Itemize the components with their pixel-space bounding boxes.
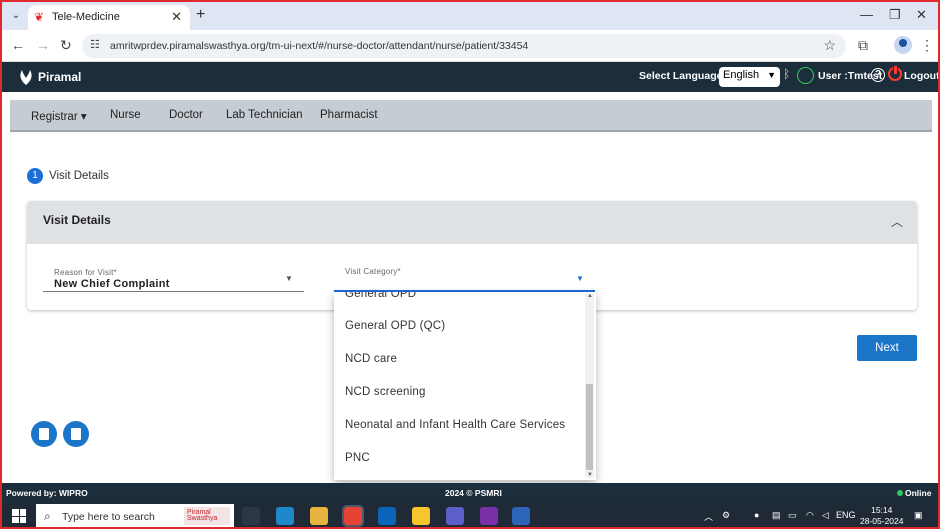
app-header: Piramal Select Language: English ▼ ᛒ Use… bbox=[2, 62, 938, 92]
logout-link[interactable]: Logout bbox=[904, 70, 938, 82]
bookmark-star-icon[interactable]: ☆ bbox=[823, 37, 836, 54]
clock-date: 28-05-2024 bbox=[860, 516, 904, 526]
taskbar-search-placeholder: Type here to search bbox=[62, 511, 155, 523]
select-language-label: Select Language: bbox=[639, 70, 726, 82]
profile-avatar[interactable] bbox=[894, 36, 912, 54]
step-number-badge: 1 bbox=[27, 168, 43, 184]
edge-icon[interactable] bbox=[276, 507, 294, 525]
close-window-icon[interactable]: ✕ bbox=[916, 7, 927, 23]
scroll-up-icon[interactable]: ▲ bbox=[587, 293, 593, 299]
next-button[interactable]: Next bbox=[857, 335, 917, 361]
bluetooth-icon[interactable]: ᛒ bbox=[783, 67, 790, 81]
app-footer: Powered by: WIPRO 2024 © PSMRI Online bbox=[2, 483, 938, 503]
option-ncd-care[interactable]: NCD care bbox=[345, 353, 397, 365]
chevron-down-icon[interactable]: ▼ bbox=[285, 274, 293, 283]
document-icon[interactable] bbox=[63, 421, 89, 447]
online-status: Online bbox=[905, 488, 932, 498]
browser-navbar: ← → ↻ ☷ amritwprdev.piramalswasthya.org/… bbox=[2, 30, 938, 62]
reason-underline bbox=[43, 291, 304, 292]
windows-start-icon[interactable] bbox=[12, 509, 26, 523]
user-icon bbox=[797, 67, 814, 84]
piramal-logo-icon bbox=[20, 70, 32, 85]
piramal-logo: Piramal bbox=[18, 67, 81, 87]
screen-frame: ⌄ ❦ Tele-Medicine ✕ + — ❐ ✕ ← → ↻ ☷ amri… bbox=[0, 0, 940, 529]
volume-icon[interactable]: ◁ bbox=[822, 510, 829, 521]
chevron-down-icon: ▼ bbox=[767, 70, 776, 80]
back-icon[interactable]: ← bbox=[11, 37, 25, 53]
chrome-icon[interactable] bbox=[342, 505, 364, 527]
extensions-icon[interactable]: ⧉ bbox=[858, 37, 868, 54]
language-value: English bbox=[723, 69, 760, 81]
language-select[interactable]: English ▼ bbox=[719, 67, 780, 87]
copyright: 2024 © PSMRI bbox=[445, 488, 502, 498]
microphone-icon[interactable]: ● bbox=[754, 510, 759, 520]
forward-icon[interactable]: → bbox=[36, 37, 50, 53]
word-icon[interactable] bbox=[512, 507, 530, 525]
option-general-opd[interactable]: General OPD bbox=[345, 292, 416, 300]
browser-tab[interactable]: ❦ Tele-Medicine ✕ bbox=[28, 5, 190, 30]
visit-category-label: Visit Category* bbox=[345, 267, 401, 276]
scrollbar-thumb[interactable] bbox=[586, 384, 593, 470]
patient-info-icon[interactable] bbox=[31, 421, 57, 447]
url-text: amritwprdev.piramalswasthya.org/tm-ui-ne… bbox=[110, 40, 529, 52]
reason-for-visit-value[interactable]: New Chief Complaint bbox=[54, 278, 170, 290]
visit-details-header[interactable]: Visit Details ︿ bbox=[27, 201, 917, 244]
notification-icon[interactable]: ▣ bbox=[914, 510, 923, 521]
onenote-icon[interactable] bbox=[480, 507, 498, 525]
clock[interactable]: 15:14 28-05-2024 bbox=[860, 505, 903, 527]
browser-menu-icon[interactable]: ⋮ bbox=[920, 37, 934, 54]
reason-for-visit-label: Reason for Visit* bbox=[54, 268, 117, 277]
powered-by: Powered by: WIPRO bbox=[6, 488, 88, 498]
search-highlight-badge: Piramal Swasthya bbox=[184, 507, 230, 525]
site-info-icon[interactable]: ☷ bbox=[90, 38, 100, 51]
tab-search-icon[interactable]: ⌄ bbox=[8, 8, 24, 24]
piramal-favicon-icon: ❦ bbox=[34, 10, 45, 24]
menu-lab-technician[interactable]: Lab Technician bbox=[226, 109, 303, 121]
chevron-down-icon[interactable]: ▼ bbox=[576, 274, 584, 283]
battery-icon[interactable]: ▭ bbox=[788, 510, 797, 521]
brand-name: Piramal bbox=[38, 70, 82, 84]
new-tab-icon[interactable]: + bbox=[196, 6, 205, 24]
dropdown-scrollbar[interactable] bbox=[585, 294, 594, 478]
menu-doctor[interactable]: Doctor bbox=[169, 109, 203, 121]
wifi-icon[interactable]: ◠ bbox=[806, 510, 814, 521]
menu-registrar-label: Registrar bbox=[31, 111, 78, 123]
windows-taskbar: ⌕ Type here to search Piramal Swasthya ︿… bbox=[2, 503, 938, 527]
reload-icon[interactable]: ↻ bbox=[60, 37, 72, 54]
tray-chevron-icon[interactable]: ︿ bbox=[704, 510, 713, 523]
tray-settings-icon[interactable]: ⚙ bbox=[722, 510, 730, 521]
search-icon: ⌕ bbox=[44, 509, 51, 523]
option-pnc[interactable]: PNC bbox=[345, 452, 370, 464]
sticky-notes-icon[interactable] bbox=[412, 507, 430, 525]
language-indicator[interactable]: ENG bbox=[836, 510, 856, 520]
restore-icon[interactable]: ❐ bbox=[889, 7, 901, 23]
taskbar-search[interactable]: ⌕ Type here to search Piramal Swasthya bbox=[36, 504, 234, 527]
help-icon[interactable]: ? bbox=[871, 68, 885, 82]
teams-icon[interactable] bbox=[446, 507, 464, 525]
option-general-opd-qc[interactable]: General OPD (QC) bbox=[345, 320, 445, 332]
file-explorer-icon[interactable] bbox=[310, 507, 328, 525]
printer-icon[interactable]: ▤ bbox=[772, 510, 781, 521]
menu-pharmacist[interactable]: Pharmacist bbox=[320, 109, 378, 121]
outlook-icon[interactable] bbox=[378, 507, 396, 525]
menu-nurse[interactable]: Nurse bbox=[110, 109, 141, 121]
power-icon[interactable] bbox=[888, 65, 902, 81]
role-menu-bar: Registrar ▾ Nurse Doctor Lab Technician … bbox=[10, 100, 932, 132]
clock-time: 15:14 bbox=[871, 505, 893, 515]
card-title: Visit Details bbox=[43, 213, 111, 227]
browser-tabstrip: ⌄ ❦ Tele-Medicine ✕ + — ❐ ✕ bbox=[2, 2, 938, 30]
menu-registrar[interactable]: Registrar ▾ bbox=[31, 109, 87, 123]
scroll-down-icon[interactable]: ▼ bbox=[587, 472, 593, 478]
option-ncd-screening[interactable]: NCD screening bbox=[345, 386, 426, 398]
chevron-up-icon[interactable]: ︿ bbox=[891, 213, 903, 230]
address-bar[interactable]: ☷ amritwprdev.piramalswasthya.org/tm-ui-… bbox=[82, 34, 846, 58]
visit-category-dropdown[interactable]: General OPD General OPD (QC) NCD care NC… bbox=[334, 292, 596, 480]
tab-title: Tele-Medicine bbox=[52, 11, 120, 23]
step-label: Visit Details bbox=[49, 170, 109, 182]
task-view-icon[interactable] bbox=[242, 507, 260, 525]
tab-close-icon[interactable]: ✕ bbox=[171, 9, 182, 25]
minimize-icon[interactable]: — bbox=[860, 7, 873, 22]
option-neonatal-infant[interactable]: Neonatal and Infant Health Care Services bbox=[345, 419, 565, 431]
online-status-icon bbox=[897, 490, 903, 496]
